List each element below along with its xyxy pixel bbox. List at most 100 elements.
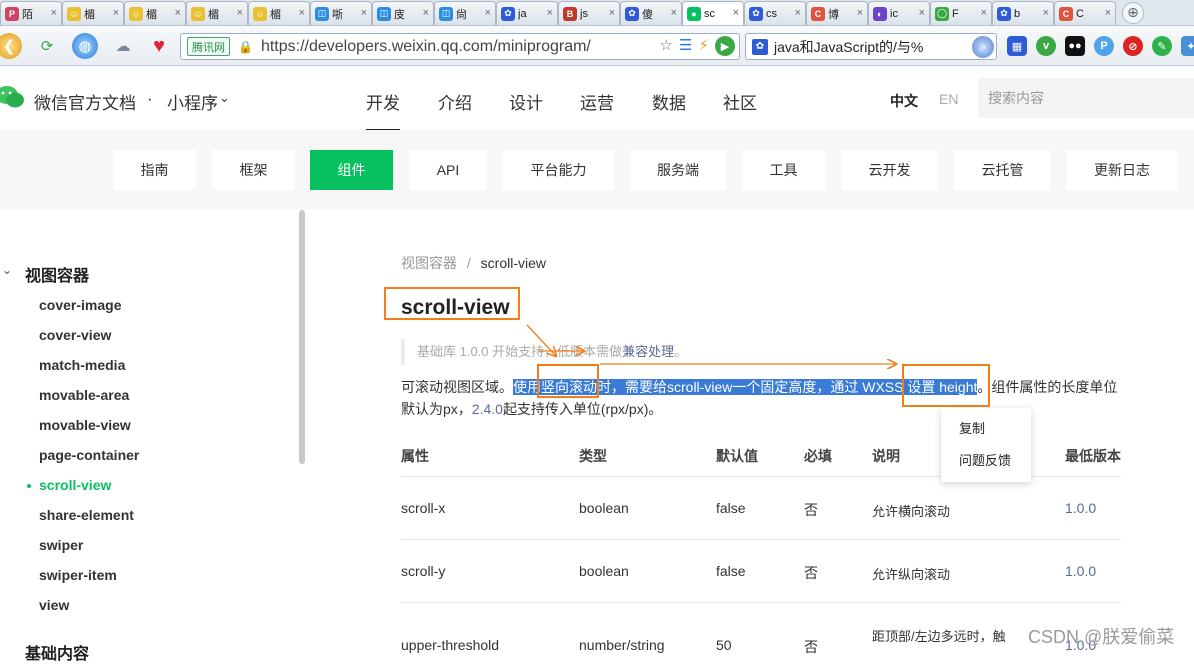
browser-tab[interactable]: C C × xyxy=(1054,1,1116,25)
browser-tab[interactable]: ● sc × xyxy=(682,1,744,25)
close-icon[interactable]: × xyxy=(547,7,553,19)
apps-grid-icon[interactable]: ▦ xyxy=(1007,36,1027,56)
category-platform[interactable]: 平台能力 xyxy=(503,150,614,190)
browser-tab[interactable]: ☺ 楣 × xyxy=(124,1,186,25)
back-icon[interactable]: ❮ xyxy=(0,33,22,59)
cloud-icon[interactable]: ☁ xyxy=(110,33,136,59)
browser-tab[interactable]: ☺ 楣 × xyxy=(186,1,248,25)
home-globe-icon[interactable]: ◍ xyxy=(72,33,98,59)
lang-zh[interactable]: 中文 xyxy=(890,91,918,111)
close-icon[interactable]: × xyxy=(51,7,57,19)
refresh-icon[interactable]: ⟳ xyxy=(34,33,60,59)
p-extension-icon[interactable]: P xyxy=(1094,36,1114,56)
close-icon[interactable]: × xyxy=(423,7,429,19)
nav-design[interactable]: 设计 xyxy=(509,89,543,114)
site-title[interactable]: 微信官方文档 xyxy=(34,89,136,114)
sidebar-group-label[interactable]: 基础内容 xyxy=(25,640,89,664)
lang-en[interactable]: EN xyxy=(939,91,958,107)
menu-item-copy[interactable]: 复制 xyxy=(959,418,985,437)
close-icon[interactable]: × xyxy=(299,7,305,19)
sidebar-item-swiper[interactable]: swiper xyxy=(39,537,83,553)
close-icon[interactable]: × xyxy=(485,7,491,19)
category-changelog[interactable]: 更新日志 xyxy=(1067,150,1177,190)
close-icon[interactable]: × xyxy=(175,7,181,19)
close-icon[interactable]: × xyxy=(981,7,987,19)
chevron-down-icon[interactable]: ⌄ xyxy=(219,90,230,106)
nav-intro[interactable]: 介绍 xyxy=(438,89,472,114)
sidebar-item-view[interactable]: view xyxy=(39,597,69,613)
close-icon[interactable]: × xyxy=(361,7,367,19)
lightning-icon[interactable]: ⚡ xyxy=(698,36,709,56)
sidebar-item-movable-area[interactable]: movable-area xyxy=(39,387,129,403)
nav-develop[interactable]: 开发 xyxy=(366,89,400,131)
sidebar-item-match-media[interactable]: match-media xyxy=(39,357,125,373)
favorites-heart-icon[interactable]: ♥ xyxy=(146,33,172,59)
product-switcher[interactable]: 小程序 xyxy=(167,89,218,114)
close-icon[interactable]: × xyxy=(609,7,615,19)
category-framework[interactable]: 框架 xyxy=(212,150,295,190)
browser-tab[interactable]: ☺ 楣 × xyxy=(248,1,310,25)
sidebar-scrollbar[interactable] xyxy=(299,210,305,464)
browser-tab[interactable]: ◫ 哳 × xyxy=(310,1,372,25)
url-bar[interactable]: 腾讯网 🔒 https://developers.weixin.qq.com/m… xyxy=(180,33,740,60)
search-query[interactable]: java和JavaScript的/与% xyxy=(774,37,923,57)
chevron-down-icon[interactable]: ⌄ xyxy=(2,263,12,277)
version-link[interactable]: 2.4.0 xyxy=(472,401,503,417)
new-tab-icon[interactable]: ⊕ xyxy=(1122,2,1144,24)
browser-tab[interactable]: P 陌 × xyxy=(0,1,62,25)
cell-version[interactable]: 1.0.0 xyxy=(1065,500,1096,516)
browser-tab[interactable]: ☺ 楣 × xyxy=(62,1,124,25)
url-input[interactable]: https://developers.weixin.qq.com/minipro… xyxy=(261,38,591,56)
category-api[interactable]: API xyxy=(409,150,487,190)
category-guide[interactable]: 指南 xyxy=(113,150,196,190)
close-icon[interactable]: × xyxy=(857,7,863,19)
close-icon[interactable]: × xyxy=(671,7,677,19)
sidebar-item-cover-image[interactable]: cover-image xyxy=(39,297,121,313)
category-component[interactable]: 组件 xyxy=(310,150,393,190)
list-icon[interactable]: ☰ xyxy=(679,36,692,56)
v-extension-icon[interactable]: v xyxy=(1036,36,1056,56)
category-cloud-hosting[interactable]: 云托管 xyxy=(954,150,1051,190)
sidebar-item-movable-view[interactable]: movable-view xyxy=(39,417,131,433)
sidebar-item-cover-view[interactable]: cover-view xyxy=(39,327,111,343)
evernote-icon[interactable]: ✎ xyxy=(1152,36,1172,56)
browser-search-box[interactable]: ✿ java和JavaScript的/与% ⌕ xyxy=(745,33,997,60)
sidebar-item-swiper-item[interactable]: swiper-item xyxy=(39,567,117,583)
close-icon[interactable]: × xyxy=(733,7,739,19)
cert-badge[interactable]: 腾讯网 xyxy=(187,37,230,56)
wechat-logo-icon[interactable] xyxy=(0,86,24,108)
close-icon[interactable]: × xyxy=(1105,7,1111,19)
sidebar-item-share-element[interactable]: share-element xyxy=(39,507,134,523)
browser-tab[interactable]: ◫ 庋 × xyxy=(372,1,434,25)
site-search-input[interactable]: 搜索内容 xyxy=(978,78,1194,118)
close-icon[interactable]: × xyxy=(113,7,119,19)
nav-data[interactable]: 数据 xyxy=(652,89,686,114)
sidebar-item-scroll-view[interactable]: scroll-view xyxy=(39,477,111,493)
share-extension-icon[interactable]: ✦ xyxy=(1181,36,1194,56)
close-icon[interactable]: × xyxy=(919,7,925,19)
browser-tab[interactable]: ◫ 尙 × xyxy=(434,1,496,25)
nav-community[interactable]: 社区 xyxy=(723,89,757,114)
compat-link[interactable]: 兼容处理 xyxy=(622,344,674,359)
browser-tab[interactable]: C 博 × xyxy=(806,1,868,25)
category-server[interactable]: 服务端 xyxy=(630,150,726,190)
browser-tab[interactable]: ✿ ja × xyxy=(496,1,558,25)
browser-tab[interactable]: ✿ cs × xyxy=(744,1,806,25)
browser-tab[interactable]: ◐ ic × xyxy=(868,1,930,25)
close-icon[interactable]: × xyxy=(795,7,801,19)
search-icon[interactable]: ⌕ xyxy=(972,36,994,58)
breadcrumb-parent[interactable]: 视图容器 xyxy=(401,255,457,271)
go-arrow-icon[interactable]: ▶ xyxy=(715,36,735,56)
sidebar-item-page-container[interactable]: page-container xyxy=(39,447,139,463)
browser-tab[interactable]: ✿ 傻 × xyxy=(620,1,682,25)
browser-tab[interactable]: ◯ F × xyxy=(930,1,992,25)
category-cloud-dev[interactable]: 云开发 xyxy=(841,150,938,190)
nav-operation[interactable]: 运营 xyxy=(580,89,614,114)
close-icon[interactable]: × xyxy=(1043,7,1049,19)
browser-tab[interactable]: ✿ b × xyxy=(992,1,1054,25)
cell-version[interactable]: 1.0.0 xyxy=(1065,563,1096,579)
tampermonkey-icon[interactable]: ●● xyxy=(1065,36,1085,56)
category-tools[interactable]: 工具 xyxy=(742,150,825,190)
star-icon[interactable]: ☆ xyxy=(660,36,673,56)
menu-item-feedback[interactable]: 问题反馈 xyxy=(959,450,1011,469)
